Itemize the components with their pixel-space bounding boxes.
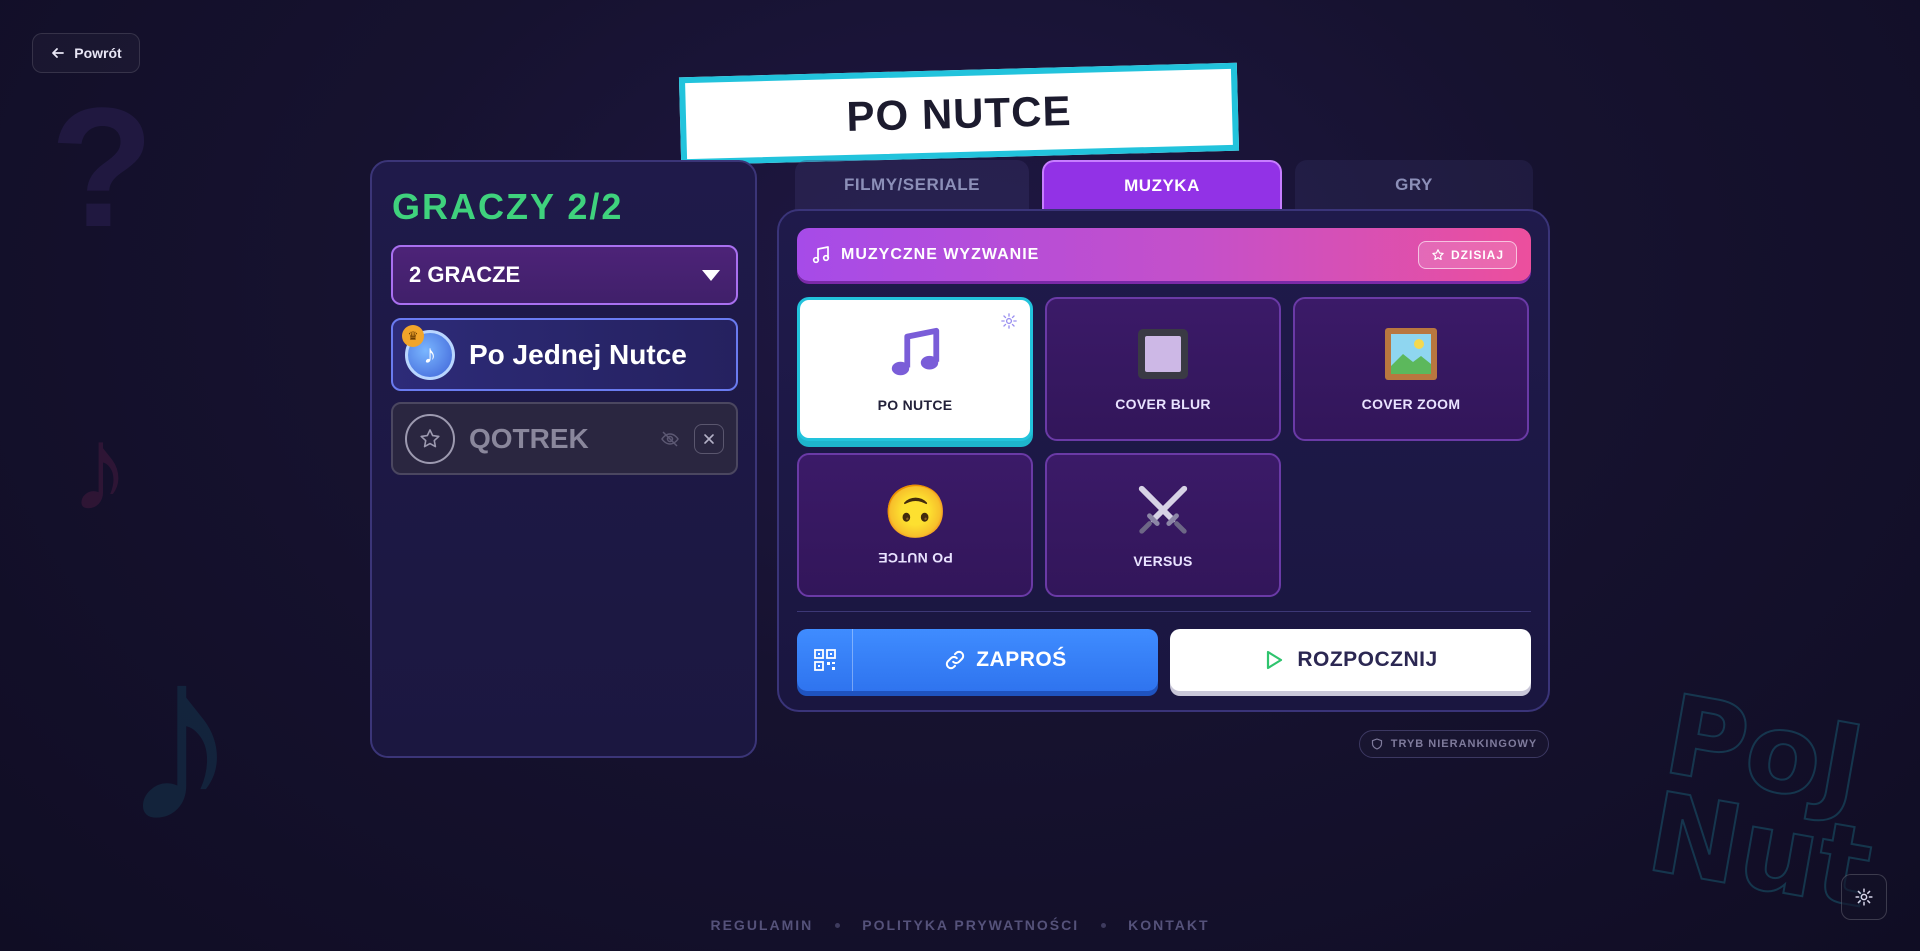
mode-card-cover-zoom[interactable]: COVER ZOOM [1293,297,1529,441]
footer-link-terms[interactable]: REGULAMIN [710,917,813,933]
player-name: QOTREK [469,422,589,454]
mode-card-versus[interactable]: VERSUS [1045,453,1281,597]
game-mode-panel: MUZYCZNE WYZWANIE DZISIAJ PO NUTCE COVER… [777,209,1550,712]
start-label: ROZPOCZNIJ [1297,648,1438,671]
qr-code-button[interactable] [797,629,853,691]
challenge-label: MUZYCZNE WYZWANIE [841,245,1040,263]
players-count: GRACZY 2/2 [392,186,624,227]
page-title: PO NUTCE [845,87,1073,140]
mode-card-cover-blur[interactable]: COVER BLUR [1045,297,1281,441]
invite-label: ZAPROŚ [976,648,1067,671]
kick-player-button[interactable] [694,423,724,454]
blur-square-icon [1138,329,1188,379]
mode-label: COVER BLUR [1115,396,1211,412]
footer: REGULAMIN POLITYKA PRYWATNOŚCI KONTAKT [0,917,1920,933]
ranked-mode-label: TRYB NIERANKINGOWY [1390,738,1538,750]
avatar-placeholder [405,413,455,464]
mode-label: PO NUTCE [877,397,953,413]
footer-separator [835,922,841,928]
game-title-banner: PO NUTCE [678,62,1240,166]
eye-off-icon[interactable] [660,429,680,449]
music-note-avatar-icon: ♪ [423,339,437,369]
star-outline-icon [420,428,440,447]
players-panel: GRACZY 2/2 2 GRACZE ♪ ♛ Po Jednej Nutce … [370,160,757,758]
crossed-swords-icon [1138,485,1188,534]
ranked-mode-badge: TRYB NIERANKINGOWY [1359,730,1549,758]
caret-down-icon [702,269,720,281]
footer-link-contact[interactable]: KONTAKT [1128,917,1209,933]
background-question-mark: ? [50,73,154,263]
invite-button[interactable]: ZAPROŚ [797,629,1158,691]
today-label: DZISIAJ [1450,247,1504,262]
upside-down-face-icon: 🙂 [882,481,948,539]
back-button[interactable]: Powrót [32,33,140,73]
start-button[interactable]: ROZPOCZNIJ [1170,629,1531,691]
player-count-value: 2 GRACZE [409,262,521,287]
footer-separator [1101,922,1107,928]
qr-code-icon [813,649,836,671]
play-icon [1267,650,1283,670]
player-count-select[interactable]: 2 GRACZE [391,245,738,305]
category-tabs: FILMY/SERIALE MUZYKA GRY [795,160,1533,210]
player-card-guest: QOTREK [391,402,738,475]
tab-movies-series[interactable]: FILMY/SERIALE [795,160,1029,210]
mode-label: PO NUTCE [877,550,953,566]
star-icon [1432,248,1444,260]
framed-picture-icon [1385,328,1437,380]
today-badge[interactable]: DZISIAJ [1417,240,1517,269]
divider [797,611,1531,612]
shield-icon [1371,738,1382,750]
avatar: ♪ ♛ [402,324,455,380]
gear-icon[interactable] [1000,312,1018,330]
tab-music[interactable]: MUZYKA [1042,160,1282,210]
music-challenge-banner[interactable]: MUZYCZNE WYZWANIE DZISIAJ [797,228,1531,281]
back-button-label: Powrót [74,45,122,61]
music-note-icon [812,245,830,263]
mode-label: VERSUS [1133,553,1193,569]
tab-games[interactable]: GRY [1295,160,1533,210]
close-icon [704,433,714,444]
footer-link-privacy[interactable]: POLITYKA PRYWATNOŚCI [862,917,1079,933]
settings-button[interactable] [1841,874,1887,920]
mode-card-po-nutce[interactable]: PO NUTCE [797,297,1033,441]
player-name: Po Jednej Nutce [469,338,687,370]
mode-card-po-nutce-reversed[interactable]: 🙂 PO NUTCE [797,453,1033,597]
arrow-left-icon [52,48,65,58]
mode-label: COVER ZOOM [1361,396,1461,412]
gear-icon [1855,888,1873,906]
link-icon [946,650,965,670]
background-music-note-large: ♪ [120,604,240,872]
background-music-note: ♪ [70,402,130,536]
crown-icon: ♛ [402,324,424,347]
music-note-icon [891,327,940,376]
player-card-host: ♪ ♛ Po Jednej Nutce [391,318,738,391]
